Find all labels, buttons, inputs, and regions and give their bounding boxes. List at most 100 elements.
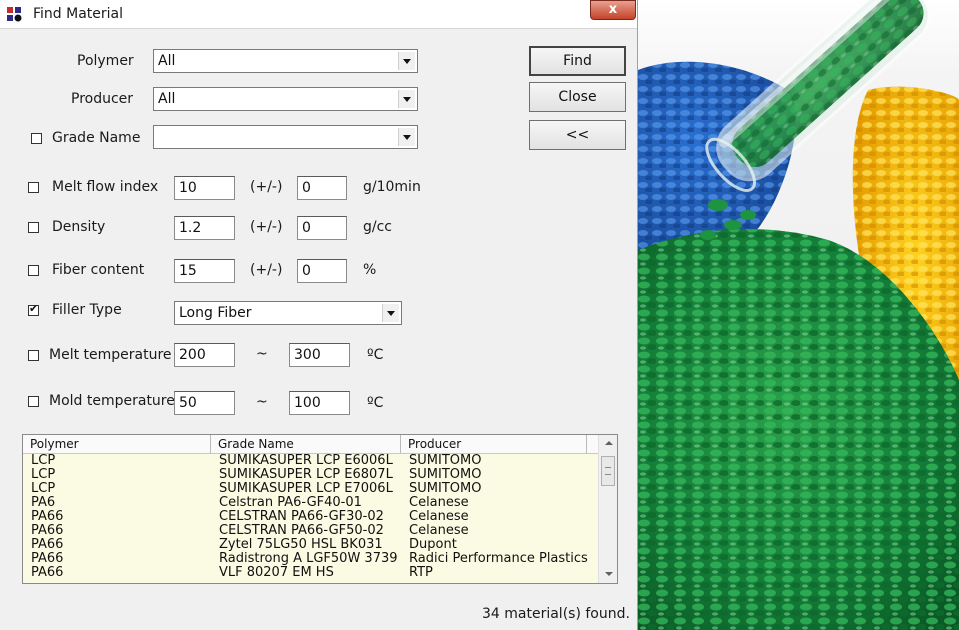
cell-polymer: PA6 [31, 496, 56, 510]
cell-producer: Radici Performance Plastics [409, 552, 588, 566]
cell-grade-name: Zytel 75LG50 HSL BK031 [219, 538, 383, 552]
grade-name-label: Grade Name [52, 130, 141, 146]
column-header-grade-name[interactable]: Grade Name [211, 435, 401, 453]
melt-flow-index-checkbox[interactable] [28, 182, 39, 193]
melt-flow-unit: g/10min [363, 179, 421, 195]
close-button[interactable]: Close [529, 82, 626, 112]
producer-select-value: All [158, 91, 176, 107]
close-window-button[interactable]: x [590, 0, 636, 20]
melt-flow-index-input[interactable]: 10 [174, 176, 235, 200]
column-header-producer[interactable]: Producer [401, 435, 587, 453]
filler-type-select[interactable]: Long Fiber [174, 301, 402, 325]
app-icon [7, 7, 22, 22]
filler-type-label: Filler Type [52, 302, 122, 318]
close-icon: x [608, 2, 618, 17]
grade-name-checkbox[interactable] [31, 133, 42, 144]
find-material-dialog: Find Material x Polymer All Producer All… [0, 0, 638, 630]
table-row[interactable]: PA6 Celstran PA6-GF40-01 Celanese [23, 496, 598, 510]
producer-label: Producer [71, 91, 134, 107]
grade-name-select[interactable] [153, 125, 418, 149]
filler-type-select-value: Long Fiber [179, 305, 252, 321]
fiber-content-tolerance-label: (+/-) [250, 262, 283, 278]
status-text: 34 material(s) found. [482, 606, 630, 622]
scroll-down-icon[interactable] [599, 566, 617, 583]
fiber-content-input[interactable]: 15 [174, 259, 235, 283]
table-row[interactable]: LCP SUMIKASUPER LCP E7006L SUMITOMO [23, 482, 598, 496]
melt-flow-tolerance-label: (+/-) [250, 179, 283, 195]
density-tolerance-label: (+/-) [250, 219, 283, 235]
polymer-label: Polymer [77, 53, 134, 69]
table-row[interactable]: PA66 VLF 80207 EM HS RTP [23, 566, 598, 580]
cell-grade-name: SUMIKASUPER LCP E7006L [219, 482, 393, 496]
collapse-button[interactable]: << [529, 120, 626, 150]
density-checkbox[interactable] [28, 222, 39, 233]
results-table[interactable]: Polymer Grade Name Producer LCP SUMIKASUP… [22, 434, 618, 584]
table-row[interactable]: LCP SUMIKASUPER LCP E6006L SUMITOMO [23, 454, 598, 468]
table-row[interactable]: PA66 CELSTRAN PA66-GF30-02 Celanese [23, 510, 598, 524]
fiber-content-checkbox[interactable] [28, 265, 39, 276]
table-row[interactable]: LCP SUMIKASUPER LCP E6807L SUMITOMO [23, 468, 598, 482]
cell-grade-name: Radistrong A LGF50W 3739 [219, 552, 398, 566]
cell-grade-name: SUMIKASUPER LCP E6807L [219, 468, 393, 482]
cell-grade-name: VLF 80207 EM HS [219, 566, 334, 580]
chevron-down-icon[interactable] [398, 90, 415, 108]
scroll-up-icon[interactable] [599, 435, 617, 452]
plastic-pellets-image [638, 0, 959, 630]
cell-polymer: LCP [31, 454, 56, 468]
density-tolerance-input[interactable]: 0 [297, 216, 347, 240]
density-label: Density [52, 219, 106, 235]
cell-grade-name: CELSTRAN PA66-GF30-02 [219, 510, 384, 524]
table-row[interactable]: PA66 Radistrong A LGF50W 3739 Radici Perfo… [23, 552, 598, 566]
cell-grade-name: CELSTRAN PA66-GF50-02 [219, 524, 384, 538]
mold-temperature-min-input[interactable]: 50 [174, 391, 235, 415]
melt-temperature-checkbox[interactable] [28, 350, 39, 361]
mold-temperature-range-separator: ~ [256, 394, 268, 410]
melt-temperature-max-input[interactable]: 300 [289, 343, 350, 367]
cell-grade-name: SUMIKASUPER LCP E6006L [219, 454, 393, 468]
chevron-down-icon[interactable] [382, 304, 399, 322]
cell-polymer: LCP [31, 482, 56, 496]
fiber-content-tolerance-input[interactable]: 0 [297, 259, 347, 283]
chevron-down-icon[interactable] [398, 52, 415, 70]
cell-grade-name: Celstran PA6-GF40-01 [219, 496, 362, 510]
mold-temperature-checkbox[interactable] [28, 396, 39, 407]
cell-producer: Celanese [409, 510, 469, 524]
melt-temperature-unit: ºC [367, 347, 384, 363]
results-table-header: Polymer Grade Name Producer [23, 435, 598, 454]
mold-temperature-label: Mold temperature [49, 393, 175, 409]
cell-producer: Celanese [409, 496, 469, 510]
column-header-polymer[interactable]: Polymer [23, 435, 211, 453]
window-title: Find Material [33, 6, 124, 22]
cell-polymer: PA66 [31, 538, 64, 552]
cell-polymer: PA66 [31, 524, 64, 538]
melt-temperature-min-input[interactable]: 200 [174, 343, 235, 367]
density-input[interactable]: 1.2 [174, 216, 235, 240]
melt-temperature-label: Melt temperature [49, 347, 172, 363]
mold-temperature-unit: ºC [367, 395, 384, 411]
filler-type-checkbox[interactable] [28, 302, 39, 316]
fiber-content-unit: % [363, 262, 377, 278]
results-scrollbar[interactable] [598, 435, 617, 583]
density-unit: g/cc [363, 219, 392, 235]
find-button[interactable]: Find [529, 46, 626, 76]
producer-select[interactable]: All [153, 87, 418, 111]
scroll-thumb[interactable] [601, 456, 615, 486]
cell-polymer: PA66 [31, 552, 64, 566]
table-row[interactable]: PA66 Zytel 75LG50 HSL BK031 Dupont [23, 538, 598, 552]
cell-producer: SUMITOMO [409, 454, 482, 468]
cell-producer: RTP [409, 566, 433, 580]
mold-temperature-max-input[interactable]: 100 [289, 391, 350, 415]
melt-flow-tolerance-input[interactable]: 0 [297, 176, 347, 200]
cell-producer: Dupont [409, 538, 457, 552]
fiber-content-label: Fiber content [52, 262, 145, 278]
cell-polymer: LCP [31, 468, 56, 482]
cell-producer: SUMITOMO [409, 482, 482, 496]
melt-temperature-range-separator: ~ [256, 346, 268, 362]
title-bar[interactable]: Find Material x [0, 0, 637, 29]
chevron-down-icon[interactable] [398, 128, 415, 146]
table-row[interactable]: PA66 CELSTRAN PA66-GF50-02 Celanese [23, 524, 598, 538]
cell-polymer: PA66 [31, 510, 64, 524]
polymer-select[interactable]: All [153, 49, 418, 73]
results-table-body: LCP SUMIKASUPER LCP E6006L SUMITOMO LCP SUMI… [23, 454, 598, 583]
polymer-select-value: All [158, 53, 176, 69]
